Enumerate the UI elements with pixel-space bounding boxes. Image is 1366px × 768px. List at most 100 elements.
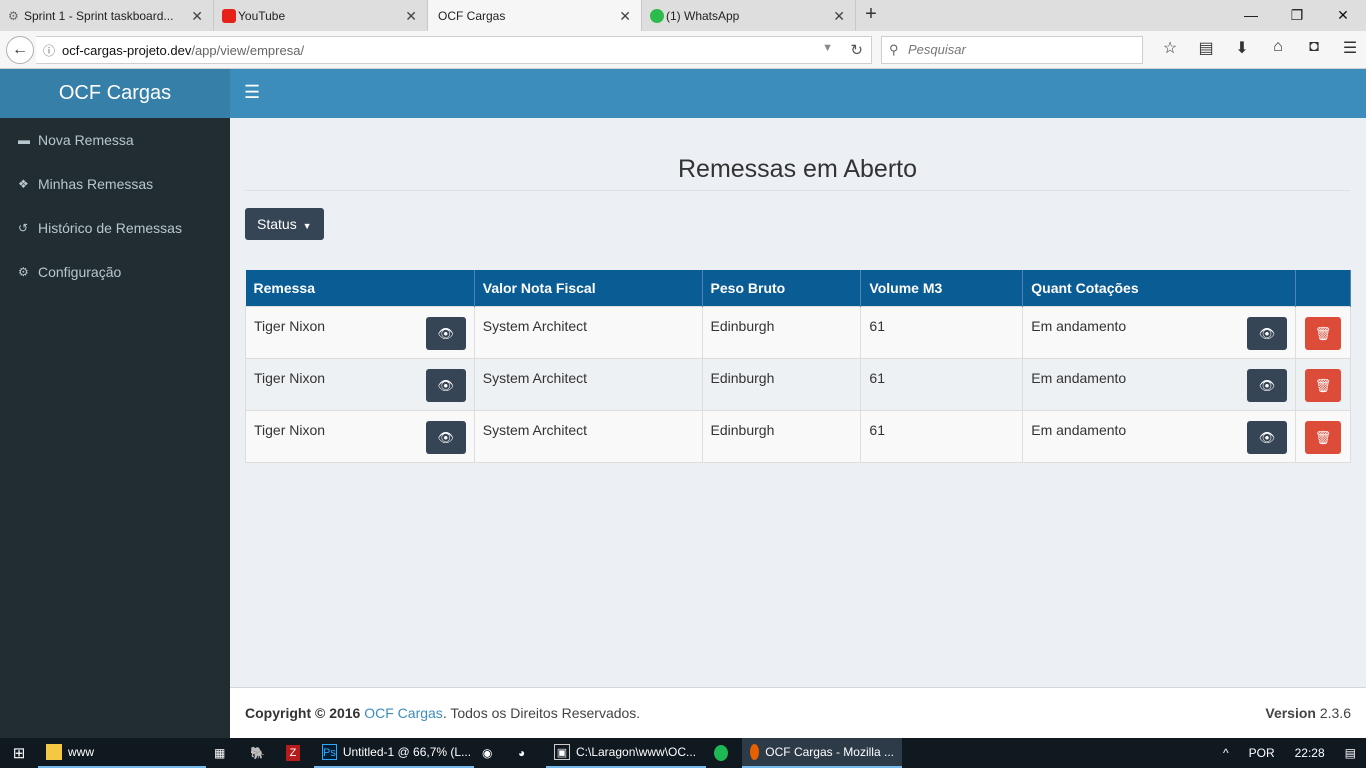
volume-value: 61 <box>869 421 885 438</box>
taskbar-filezilla-icon[interactable]: Z <box>278 738 314 768</box>
sidebar-item-minhas-remessas[interactable]: ❖ Minhas Remessas <box>0 162 230 206</box>
taskbar-store-icon[interactable]: ▦ <box>206 738 242 768</box>
clock[interactable]: 22:28 <box>1285 746 1335 760</box>
taskbar-item-explorer[interactable]: www <box>38 738 206 768</box>
remessa-cell: Tiger Nixon 👁 <box>245 409 475 463</box>
search-placeholder: Pesquisar <box>908 42 966 57</box>
app-container: OCF Cargas ▬ Nova Remessa ❖ Minhas Remes… <box>0 69 1366 738</box>
sidebar-item-configuracao[interactable]: ⚙ Configuração <box>0 250 230 294</box>
table-row: Tiger Nixon 👁 System Architect Edinburgh … <box>245 305 1352 359</box>
sidebar-toggle-icon[interactable]: ☰ <box>244 82 260 103</box>
toolbar-icons: ☆ ▤ ⬇ ⌂ ◘ ☰ <box>1152 38 1366 58</box>
remessas-table: Remessa Valor Nota Fiscal Peso Bruto Vol… <box>245 270 1352 463</box>
browser-tab-active[interactable]: OCF Cargas ✕ <box>428 0 642 31</box>
history-icon: ↺ <box>18 221 29 235</box>
browser-tab[interactable]: YouTube ✕ <box>214 0 428 31</box>
column-header[interactable]: Remessa <box>245 270 475 306</box>
view-cotacoes-button[interactable]: 👁 <box>1246 368 1287 402</box>
peso-cell: Edinburgh <box>701 409 862 463</box>
cotacoes-cell: Em andamento 👁 <box>1022 409 1296 463</box>
table-header-row: Remessa Valor Nota Fiscal Peso Bruto Vol… <box>245 270 1352 306</box>
view-remessa-button[interactable]: 👁 <box>425 316 466 350</box>
cotacoes-cell: Em andamento 👁 <box>1022 305 1296 359</box>
delete-button[interactable]: 🗑 <box>1304 316 1341 350</box>
rights-text: . Todos os Direitos Reservados. <box>442 705 641 721</box>
volume-cell: 61 <box>860 357 1024 411</box>
sidebar-item-label: Configuração <box>38 264 122 280</box>
volume-cell: 61 <box>860 305 1024 359</box>
tray-expand-icon[interactable]: ^ <box>1213 746 1239 760</box>
start-button[interactable]: ⊞ <box>0 738 38 768</box>
whatsapp-favicon-icon <box>650 9 664 23</box>
valor-value: System Architect <box>482 369 588 386</box>
truck-icon: ▬ <box>18 133 30 147</box>
browser-tab[interactable]: (1) WhatsApp ✕ <box>642 0 856 31</box>
url-host: ocf-cargas-projeto.dev <box>62 42 192 58</box>
info-icon[interactable]: ⓘ <box>36 42 62 59</box>
brand-logo[interactable]: OCF Cargas <box>0 69 230 118</box>
taskbar-postgres-icon[interactable]: 🐘 <box>242 738 278 768</box>
browser-tab[interactable]: ⚙ Sprint 1 - Sprint taskboard... ✕ <box>0 0 214 31</box>
bookmark-star-icon[interactable]: ☆ <box>1152 38 1188 58</box>
minimize-icon[interactable]: — <box>1228 0 1274 31</box>
youtube-favicon-icon <box>222 9 236 23</box>
reading-list-icon[interactable]: ▤ <box>1188 38 1224 58</box>
close-tab-icon[interactable]: ✕ <box>833 8 845 25</box>
column-header[interactable]: Peso Bruto <box>702 270 862 306</box>
notifications-icon[interactable]: ▤ <box>1335 746 1366 760</box>
download-icon[interactable]: ⬇ <box>1224 38 1260 58</box>
delete-button[interactable]: 🗑 <box>1304 420 1341 454</box>
url-bar[interactable]: ⓘ ocf-cargas-projeto.dev/app/view/empres… <box>36 36 872 64</box>
close-window-icon[interactable]: ✕ <box>1320 0 1366 31</box>
settings-favicon-icon: ⚙ <box>8 9 19 23</box>
column-header[interactable]: Quant Cotações <box>1022 270 1296 306</box>
taskbar-spotify-icon[interactable] <box>706 738 742 768</box>
dropdown-icon[interactable]: ▼ <box>822 42 833 54</box>
sidebar-item-label: Minhas Remessas <box>38 176 154 192</box>
sidebar-item-nova-remessa[interactable]: ▬ Nova Remessa <box>0 118 230 162</box>
taskbar-item-laragon[interactable]: ▣ C:\Laragon\www\OC... <box>546 738 706 768</box>
view-cotacoes-button[interactable]: 👁 <box>1246 316 1287 350</box>
company-link[interactable]: OCF Cargas <box>364 705 443 721</box>
taskbar-item-label: Untitled-1 @ 66,7% (L... <box>342 745 472 759</box>
taskbar-item-photoshop[interactable]: Ps Untitled-1 @ 66,7% (L... <box>314 738 474 768</box>
search-input[interactable]: ⚲ Pesquisar <box>881 36 1143 64</box>
footer-version: Version 2.3.6 <box>1265 705 1351 721</box>
restore-icon[interactable]: ❐ <box>1274 0 1320 31</box>
delete-button[interactable]: 🗑 <box>1304 368 1341 402</box>
pocket-icon[interactable]: ◘ <box>1296 38 1332 58</box>
language-indicator[interactable]: POR <box>1239 746 1285 760</box>
tab-title: (1) WhatsApp <box>666 8 740 23</box>
taskbar-edge-icon[interactable]: ◉ <box>474 738 510 768</box>
back-arrow-icon[interactable]: ← <box>6 36 34 64</box>
taskbar-chrome-icon[interactable]: ◕ <box>510 738 546 768</box>
sidebar-item-historico[interactable]: ↺ Histórico de Remessas <box>0 206 230 250</box>
reload-icon[interactable]: ↻ <box>850 41 863 59</box>
peso-value: Edinburgh <box>710 317 775 334</box>
column-header[interactable]: Valor Nota Fiscal <box>474 270 703 306</box>
status-dropdown-button[interactable]: Status ▼ <box>245 208 324 240</box>
peso-cell: Edinburgh <box>701 357 862 411</box>
view-cotacoes-button[interactable]: 👁 <box>1246 420 1287 454</box>
volume-cell: 61 <box>860 409 1024 463</box>
view-remessa-button[interactable]: 👁 <box>425 420 466 454</box>
home-icon[interactable]: ⌂ <box>1260 38 1296 58</box>
url-path: /app/view/empresa/ <box>191 42 305 58</box>
version-value: 2.3.6 <box>1319 705 1351 721</box>
valor-value: System Architect <box>482 317 588 334</box>
taskbar-item-firefox[interactable]: OCF Cargas - Mozilla ... <box>742 738 902 768</box>
close-tab-icon[interactable]: ✕ <box>191 8 203 25</box>
browser-tab-strip: ⚙ Sprint 1 - Sprint taskboard... ✕ YouTu… <box>0 0 1366 31</box>
system-tray: ^ POR 22:28 ▤ <box>1213 738 1366 768</box>
column-header[interactable]: Volume M3 <box>860 270 1024 306</box>
view-remessa-button[interactable]: 👁 <box>425 368 466 402</box>
terminal-icon: ▣ <box>554 744 570 760</box>
footer-copyright: Copyright © 2016 OCF Cargas. Todos os Di… <box>245 705 640 721</box>
remessa-cell: Tiger Nixon 👁 <box>245 357 475 411</box>
new-tab-icon[interactable]: + <box>856 0 886 31</box>
main-content: Remessas em Aberto Status ▼ Remessa Valo… <box>230 118 1366 687</box>
hamburger-menu-icon[interactable]: ☰ <box>1332 38 1366 58</box>
cotacoes-cell: Em andamento 👁 <box>1022 357 1296 411</box>
close-tab-icon[interactable]: ✕ <box>619 8 631 25</box>
close-tab-icon[interactable]: ✕ <box>405 8 417 25</box>
